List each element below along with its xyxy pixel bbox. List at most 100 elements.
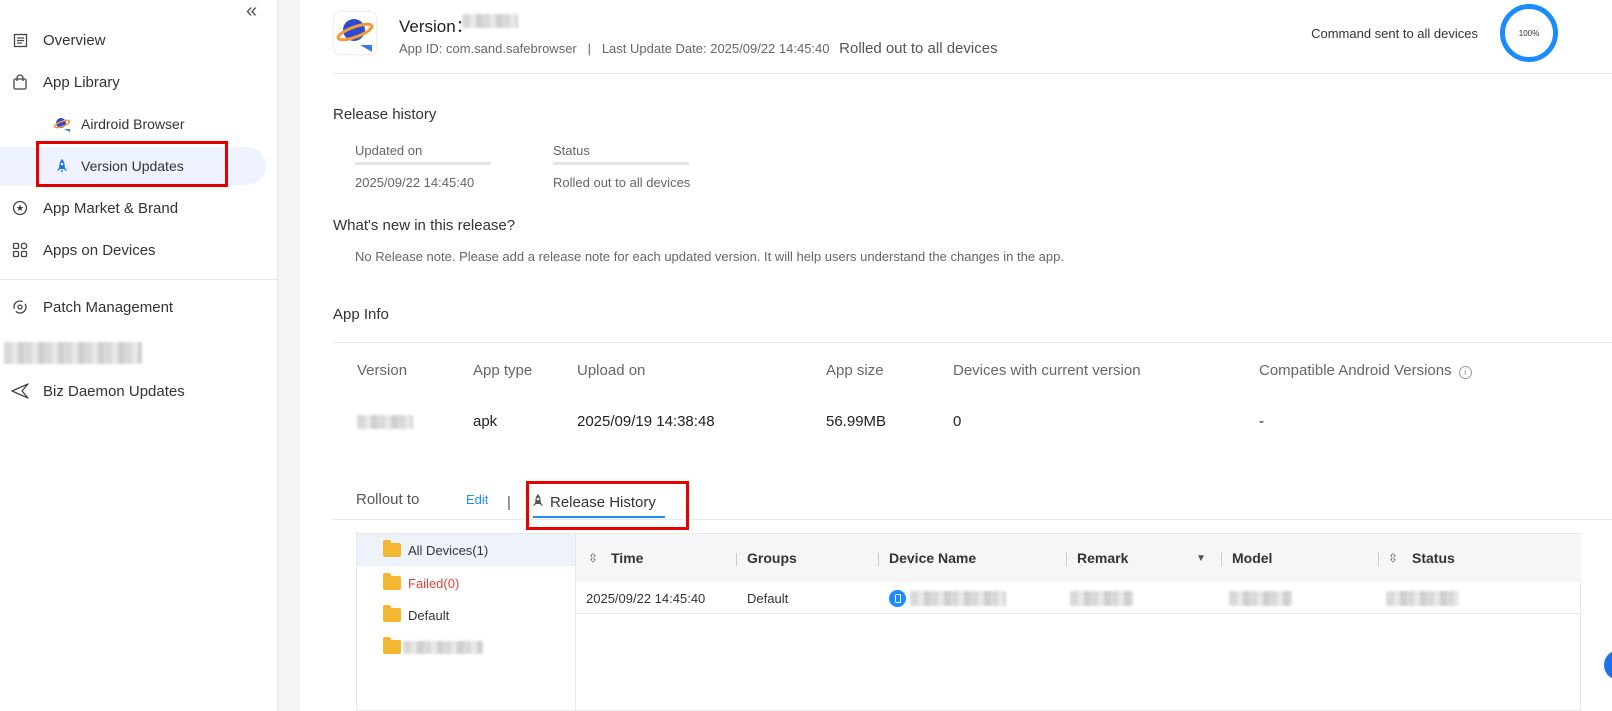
col-separator [1221,553,1222,566]
sidebar-item-patch-management[interactable]: Patch Management [0,288,266,326]
table-header: ⇳ Time Groups Device Name Remark ▼ Model… [576,534,1581,582]
redacted-sidebar-item[interactable] [4,342,142,364]
highlight-box-release-history [526,481,689,530]
whats-new-title: What's new in this release? [333,217,516,234]
status-value: Rolled out to all devices [553,175,691,190]
row-time: 2025/09/22 14:45:40 [586,591,706,606]
tab-divider: | [507,494,511,511]
col-status[interactable]: Status [1412,550,1455,566]
sort-icon[interactable]: ⇳ [1388,551,1398,565]
col-separator [1066,553,1067,566]
app-info-header-size: App size [826,362,884,379]
command-status: Command sent to all devices [1311,26,1478,41]
tab-rollout-to[interactable]: Rollout to [356,491,419,508]
redacted-version [462,14,518,28]
status-label: Status [553,143,590,158]
sidebar-item-biz-daemon-updates[interactable]: Biz Daemon Updates [0,372,266,410]
gutter [278,0,300,711]
sidebar: « Overview App Library Airdroid Browser … [0,0,278,711]
document-list-icon [11,31,29,49]
sidebar-item-label: Apps on Devices [43,241,156,259]
filter-dropdown-icon[interactable]: ▼ [1196,553,1206,564]
app-info-divider [333,342,1612,343]
sidebar-item-overview[interactable]: Overview [0,21,266,59]
sidebar-item-label: Biz Daemon Updates [43,382,185,400]
progress-label: 100% [1518,28,1540,38]
tree-item-redacted[interactable] [357,631,575,663]
sync-gear-icon [11,298,29,316]
col-model: Model [1232,550,1273,566]
app-size-value: 56.99MB [826,413,887,430]
compatible-value: - [1259,413,1264,430]
app-info-header-upload: Upload on [577,362,646,379]
info-icon[interactable]: i [1458,366,1472,379]
device-icon [889,590,906,607]
shopping-bag-icon [11,73,29,91]
release-history-table: ⇳ Time Groups Device Name Remark ▼ Model… [576,533,1581,711]
tree-item-failed[interactable]: Failed(0) [357,567,575,599]
row-group: Default [747,591,789,606]
release-note: No Release note. Please add a release no… [355,249,1064,264]
folder-icon [383,637,401,654]
app-type-value: apk [473,413,498,430]
sidebar-item-label: Airdroid Browser [81,116,185,132]
sidebar-item-apps-on-devices[interactable]: Apps on Devices [0,231,266,269]
redacted-device-name[interactable] [910,591,1006,606]
app-info-header-type: App type [473,362,533,379]
col-remark: Remark [1077,550,1129,566]
sidebar-divider [0,279,277,280]
star-circle-icon [11,199,29,217]
col-device-name: Device Name [889,550,977,566]
table-row: 2025/09/22 14:45:40 Default [576,582,1581,614]
planet-app-icon [53,115,71,133]
sidebar-item-app-library[interactable]: App Library [0,63,266,101]
col-time[interactable]: Time [611,550,643,566]
device-group-tree: All Devices(1) Failed(0) Default [356,533,576,711]
updated-on-value: 2025/09/22 14:45:40 [355,175,475,190]
rollout-status: Rolled out to all devices [839,40,998,57]
redacted-remark [1070,591,1133,606]
header-divider [333,73,1612,74]
sidebar-item-label: App Library [43,73,120,91]
sidebar-item-label: App Market & Brand [43,199,179,217]
edit-link[interactable]: Edit [466,492,488,507]
double-chevron-left-icon[interactable]: « [246,0,257,23]
redacted-group-name [403,641,483,654]
app-logo [334,12,376,54]
folder-icon [383,573,401,590]
redacted-version-value [357,415,413,429]
redacted-status [1386,591,1459,606]
col-separator [736,553,737,566]
release-history-title: Release history [333,106,437,123]
upload-on-value: 2025/09/19 14:38:48 [577,413,715,430]
progress-ring: 100% [1500,4,1558,62]
redacted-model [1229,591,1292,606]
app-meta: App ID: com.sand.safebrowser | Last Upda… [399,40,998,57]
last-update-date: Last Update Date: 2025/09/22 14:45:40 [601,41,830,56]
app-info-title: App Info [333,306,389,323]
tree-item-default[interactable]: Default [357,599,575,631]
updated-on-underline [355,162,491,165]
tree-item-label: Default [408,607,450,623]
col-separator [878,553,879,566]
sidebar-item-label: Patch Management [43,298,174,316]
meta-separator: | [587,41,591,56]
app-info-header-version: Version [357,362,408,379]
col-groups: Groups [747,550,797,566]
folder-icon [383,540,401,557]
sidebar-item-app-market-brand[interactable]: App Market & Brand [0,189,266,227]
sidebar-item-label: Overview [43,31,106,49]
sort-icon[interactable]: ⇳ [588,551,598,565]
app-info-header-devices: Devices with current version [953,362,1141,379]
highlight-box-version-updates [36,141,228,187]
tabs-divider [333,519,1612,520]
app-info-header-compatible: Compatible Android Versions i [1259,362,1472,379]
sidebar-item-airdroid-browser[interactable]: Airdroid Browser [0,105,266,143]
folder-icon [383,605,401,622]
tree-item-all-devices[interactable]: All Devices(1) [357,534,575,566]
tree-item-label: All Devices(1) [408,542,489,558]
status-underline [553,162,689,165]
updated-on-label: Updated on [355,143,423,158]
tree-item-label: Failed(0) [408,575,460,591]
grid-apps-icon [11,241,29,259]
